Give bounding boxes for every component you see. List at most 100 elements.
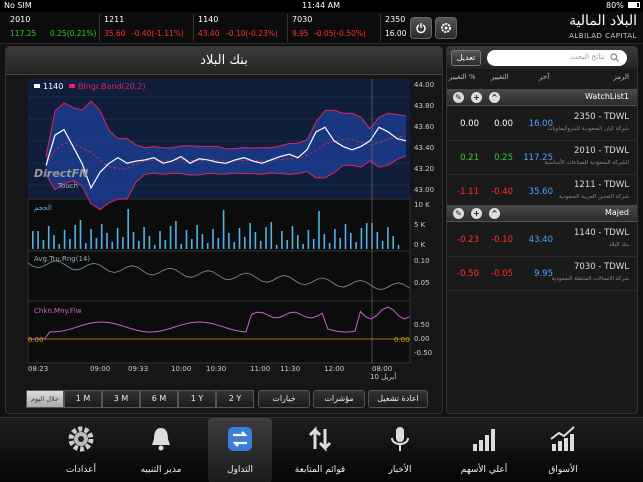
y-tick-volume: 0 K [414,241,426,249]
chart-canvas[interactable]: 1140 Blngr.Band(20,2) DirectFN Touch الح… [6,77,442,382]
volume-bar [53,235,55,249]
row-change: 0.25 [494,153,513,163]
row-pct: -1.11 [457,187,479,197]
x-tick: 12:00 [324,365,344,373]
tab-alerts[interactable]: مدير التنبيه [126,418,196,482]
y-tick-volume: 5 K [414,221,426,229]
range-1m-button[interactable]: 1 M [64,390,102,408]
volume-bar [365,223,368,249]
volume-bar [63,230,66,249]
watchlist-row[interactable]: 2010 - TDWL الشركة السعودية للصناعات الأ… [447,141,637,175]
tab-watchlists[interactable]: قوائم المتابعة [285,418,355,482]
volume-bar [95,238,98,249]
range-1y-button[interactable]: 1 Y [178,390,216,408]
ticker-price: 43.40 [198,29,220,38]
volume-bar [244,237,246,249]
cmf-marker-left: 0.00 [28,336,44,344]
volume-bar [265,227,267,249]
y-tick-cmf: 0.00 [414,335,430,343]
volume-bar [334,229,336,249]
row-symbol: 2010 - TDWL [574,146,629,156]
tab-markets[interactable]: الأسواق [528,418,598,482]
volume-bar [387,227,389,249]
range-6m-button[interactable]: 6 M [140,390,178,408]
volume-bar [32,231,34,249]
bar-chart-icon [473,429,495,451]
volume-bar [270,222,273,249]
volume-bar [169,226,172,249]
volume-bar [58,244,61,249]
ticker-1211[interactable]: 1211 35.60 -0.40(-1.11%) [104,14,190,42]
edit-button[interactable]: تعديل [451,50,481,66]
watchlist-row[interactable]: 2350 - TDWL شركة كيان السعودية للبتروكيم… [447,107,637,141]
ticker-1140[interactable]: 1140 43.40 -0.10(-0.23%) [198,14,286,42]
atr-label: Avg.Tru.Rng(14) [34,255,90,263]
watermark-directfn: DirectFN [34,167,88,180]
watchlist-row[interactable]: 1140 - TDWL بنك البلاد 43.40 -0.10 -0.23 [447,223,637,257]
bell-icon [152,428,170,451]
volume-bar [106,233,108,249]
y-tick-price: 43.00 [414,186,434,194]
volume-bar [228,233,230,249]
add-icon[interactable]: + [471,208,482,219]
x-tick: 08:00 [372,365,392,373]
volume-bar [381,241,384,249]
tab-trading[interactable]: التداول [208,418,272,482]
volume-bar [291,226,294,249]
watchlist-row[interactable]: 1211 - TDWL شركة التعدين العربية السعودي… [447,175,637,209]
collapse-icon[interactable]: ^ [489,208,500,219]
ticker-7030[interactable]: 7030 9.95 -0.05(-0.50%) [292,14,378,42]
row-pct: 0.00 [460,119,479,129]
indicators-button[interactable]: مؤشرات [313,390,365,408]
volume-bar [132,232,135,249]
row-last: 35.60 [528,187,553,197]
tab-news[interactable]: الأخبار [365,418,435,482]
search-input[interactable]: نتائج البحث [487,50,627,66]
legend-indicator: Blngr.Band(20,2) [78,82,146,91]
replay-button[interactable]: اعادة تشغيل [368,390,428,408]
ticker-symbol: 7030 [292,15,313,24]
volume-bar [212,229,214,249]
edit-list-icon[interactable]: ✎ [453,92,464,103]
volume-bar [318,211,320,249]
row-change: -0.10 [491,235,513,245]
ticker-2010[interactable]: 2010 117.25 0.25(0.21%) [10,14,98,42]
battery-icon [628,2,640,8]
options-button[interactable]: خيارات [258,390,310,408]
power-button[interactable] [410,17,432,39]
settings-small-button[interactable] [435,17,457,39]
row-pct: -0.23 [457,235,479,245]
tab-top-stocks[interactable]: أعلي الأسهم [449,418,519,482]
page-indicator[interactable] [195,409,255,423]
range-intraday-button[interactable]: خلال اليوم [26,390,64,408]
tab-settings[interactable]: أعدادات [46,418,116,482]
legend-bb-swatch [69,84,75,88]
ticker-symbol: 2350 [385,15,406,24]
watchlist-row[interactable]: 7030 - TDWL شركة الاتصالات المتنقلة السع… [447,257,637,291]
volume-bar [47,226,50,249]
range-3m-button[interactable]: 3 M [102,390,140,408]
exchange-icon [228,427,252,451]
tab-label: التداول [226,465,254,475]
volume-bar [339,238,341,249]
cmf-pane-bg [27,300,411,364]
tab-label: مدير التنبيه [140,465,182,475]
volume-bar [164,240,167,249]
edit-list-icon[interactable]: ✎ [453,208,464,219]
row-desc: الشركة السعودية للصناعات الأساسية [544,160,629,166]
col-pct: التغيير % [449,73,476,81]
add-icon[interactable]: + [471,92,482,103]
x-date-label: 10 أبريل [370,372,396,381]
volume-bar [233,242,235,249]
x-tick: 11:30 [280,365,300,373]
sort-arrows-icon [308,426,332,452]
carrier-label: No SIM [4,1,32,10]
row-desc: شركة التعدين العربية السعودية [558,194,629,200]
search-placeholder: نتائج البحث [570,52,605,61]
collapse-icon[interactable]: ^ [489,92,500,103]
volume-bar [196,225,198,249]
row-symbol: 1211 - TDWL [574,180,629,190]
row-last: 117.25 [523,153,553,163]
market-chart-icon [550,426,575,451]
range-2y-button[interactable]: 2 Y [216,390,254,408]
